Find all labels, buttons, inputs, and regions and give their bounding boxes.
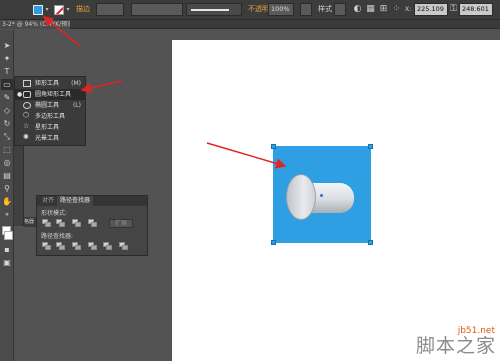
- crop-button[interactable]: [88, 242, 97, 250]
- star-icon: ☆: [23, 122, 30, 130]
- pathfinder-tab-bar: 对齐 路径查找器: [37, 196, 147, 206]
- stroke-weight-field[interactable]: [96, 3, 124, 16]
- pathfinder-panel: 对齐 路径查找器 形状模式: 扩展 路径查找器:: [36, 195, 148, 256]
- flyout-item-polygon[interactable]: ⬡ 多边形工具: [15, 111, 85, 122]
- unite-button[interactable]: [42, 219, 51, 227]
- paintbrush-tool-icon[interactable]: ✎: [1, 92, 13, 103]
- brush-definition-dropdown[interactable]: [186, 3, 242, 16]
- anchor-point-top-left[interactable]: [271, 144, 276, 149]
- opacity-dropdown[interactable]: [300, 3, 312, 16]
- ellipse-icon: [23, 102, 31, 109]
- shape-modes-label: 形状模式:: [41, 210, 68, 217]
- tools-panel: ➤ ✦ T ▭ ✎ ◇ ↻ ⤡ ⬚ ◎ ▤ ⚲ ✋ ⚬ ▪ ▣: [0, 30, 14, 361]
- polygon-icon: ⬡: [23, 111, 30, 119]
- minus-back-button[interactable]: [119, 242, 128, 250]
- watermark-name: 脚本之家: [415, 335, 496, 357]
- flyout-item-flare[interactable]: ✺ 光晕工具: [15, 133, 85, 144]
- fill-color-swatch[interactable]: [33, 5, 43, 15]
- width-field[interactable]: 225.109: [414, 3, 448, 16]
- arrow-to-rounded-rect-tool: [80, 80, 123, 94]
- magic-wand-tool-icon[interactable]: ✦: [1, 53, 13, 64]
- variable-width-profile[interactable]: [131, 3, 183, 16]
- tab-align[interactable]: 对齐: [39, 196, 57, 206]
- rounded-rect-icon: [23, 91, 31, 98]
- transform-icon[interactable]: ⊞: [378, 3, 389, 16]
- hand-tool-icon[interactable]: ✋: [1, 196, 13, 207]
- document-tab[interactable]: 3-2* @ 94% (CMYK/预览): [0, 20, 70, 29]
- cylinder-head: [286, 174, 316, 220]
- anchor-point-top-right[interactable]: [368, 144, 373, 149]
- document-tab-strip: 3-2* @ 94% (CMYK/预览): [0, 20, 500, 29]
- expand-button[interactable]: 扩展: [109, 219, 133, 228]
- shape-tools-flyout: 矩形工具 (M) ● 圆角矩形工具 椭圆工具 (L) ⬡ 多边形工具 ☆ 星形工…: [14, 76, 86, 146]
- flyout-item-rounded-rectangle[interactable]: ● 圆角矩形工具: [15, 89, 85, 100]
- flyout-item-rectangle[interactable]: 矩形工具 (M): [15, 78, 85, 89]
- recolor-artwork-icon[interactable]: ◐: [352, 3, 363, 16]
- pathfinder-side-label: 格器: [24, 217, 36, 227]
- stroke-dropdown-arrow-icon[interactable]: ▾: [65, 3, 71, 16]
- constrain-proportions-icon[interactable]: ⚿: [448, 3, 459, 16]
- intersect-button[interactable]: [72, 219, 81, 227]
- zoom-tool-icon[interactable]: ⚬: [1, 209, 13, 220]
- reference-point-icon[interactable]: ⁘: [391, 3, 402, 16]
- selected-bullet-icon: ●: [17, 91, 23, 98]
- align-icon[interactable]: ▦: [365, 3, 376, 16]
- minus-front-button[interactable]: [56, 219, 65, 227]
- eraser-tool-icon[interactable]: ◇: [1, 105, 13, 116]
- center-point: [320, 194, 323, 197]
- flyout-item-ellipse[interactable]: 椭圆工具 (L): [15, 100, 85, 111]
- gradient-tool-icon[interactable]: ▤: [1, 170, 13, 181]
- stroke-label[interactable]: 描边: [76, 3, 90, 16]
- outline-button[interactable]: [103, 242, 112, 250]
- eyedropper-tool-icon[interactable]: ⚲: [1, 183, 13, 194]
- flyout-item-star[interactable]: ☆ 星形工具: [15, 122, 85, 133]
- style-label: 样式: [318, 5, 332, 13]
- shape-builder-tool-icon[interactable]: ◎: [1, 157, 13, 168]
- color-mode-icon[interactable]: ▪: [1, 244, 13, 255]
- opacity-field[interactable]: 100%: [268, 3, 294, 16]
- height-field[interactable]: 248.601: [459, 3, 493, 16]
- rotate-tool-icon[interactable]: ↻: [1, 118, 13, 129]
- collapsed-panel-strip: [14, 146, 24, 226]
- screen-mode-icon[interactable]: ▣: [1, 257, 13, 268]
- anchor-point-bottom-left[interactable]: [271, 240, 276, 245]
- divide-button[interactable]: [42, 242, 51, 250]
- rectangle-tool-icon[interactable]: ▭: [1, 79, 13, 90]
- style-dropdown[interactable]: [334, 3, 346, 16]
- rect-icon: [23, 80, 31, 87]
- control-bar: ▾ ▾ 描边 不透明度 100% 样式 ◐ ▦ ⊞ ⁘ X: 225.109 ⚿…: [0, 0, 500, 20]
- anchor-point-bottom-right[interactable]: [368, 240, 373, 245]
- pathfinders-label: 路径查找器:: [41, 233, 74, 240]
- exclude-button[interactable]: [88, 219, 97, 227]
- stroke-color-swatch[interactable]: [54, 5, 64, 15]
- x-label: X:: [405, 6, 412, 13]
- trim-button[interactable]: [56, 242, 65, 250]
- merge-button[interactable]: [72, 242, 81, 250]
- flare-icon: ✺: [23, 133, 29, 141]
- stroke-indicator[interactable]: [4, 231, 13, 240]
- type-tool-icon[interactable]: T: [1, 66, 13, 77]
- free-transform-tool-icon[interactable]: ⬚: [1, 144, 13, 155]
- selection-tool-icon[interactable]: ➤: [1, 40, 13, 51]
- fill-dropdown-arrow-icon[interactable]: ▾: [44, 3, 50, 16]
- scale-tool-icon[interactable]: ⤡: [1, 131, 13, 142]
- tab-pathfinder[interactable]: 路径查找器: [57, 196, 94, 206]
